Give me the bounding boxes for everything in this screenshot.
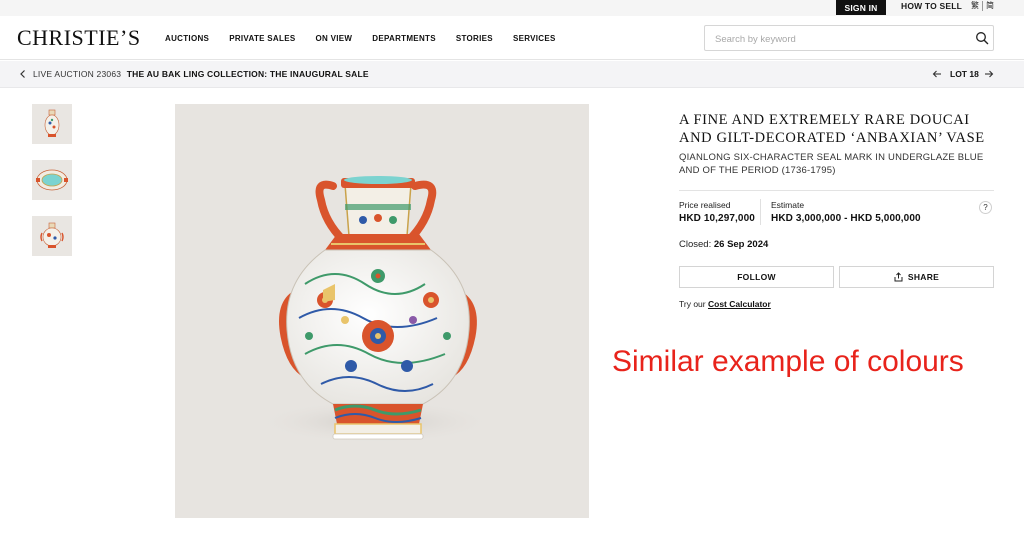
chevron-left-icon[interactable] xyxy=(18,69,28,79)
lang-divider xyxy=(982,1,983,11)
price-divider xyxy=(760,199,761,225)
cost-calculator-prompt: Try our Cost Calculator xyxy=(679,299,771,310)
thumbnail-front-view[interactable] xyxy=(32,104,72,144)
price-realised-value: HKD 10,297,000 xyxy=(679,213,755,224)
breadcrumb: LIVE AUCTION 23063 THE AU BAK LING COLLE… xyxy=(0,61,1024,88)
calc-prefix: Try our xyxy=(679,299,706,309)
cost-calculator-link[interactable]: Cost Calculator xyxy=(708,299,771,309)
estimate-value: HKD 3,000,000 - HKD 5,000,000 xyxy=(771,213,921,224)
nav-on-view[interactable]: ON VIEW xyxy=(315,34,352,43)
share-label: SHARE xyxy=(907,272,940,282)
sign-in-button[interactable]: SIGN IN xyxy=(836,0,886,15)
nav-stories[interactable]: STORIES xyxy=(456,34,493,43)
help-icon[interactable]: ? xyxy=(979,201,992,214)
main-nav: AUCTIONS PRIVATE SALES ON VIEW DEPARTMEN… xyxy=(165,16,576,60)
estimate-label: Estimate xyxy=(771,200,805,210)
nav-private-sales[interactable]: PRIVATE SALES xyxy=(229,34,295,43)
vase-image-icon xyxy=(255,176,495,444)
lot-main-image[interactable] xyxy=(175,104,589,518)
search-icon[interactable] xyxy=(975,31,989,45)
closed-label: Closed: xyxy=(679,239,712,250)
nav-auctions[interactable]: AUCTIONS xyxy=(165,34,209,43)
main-header: CHRISTIE’S AUCTIONS PRIVATE SALES ON VIE… xyxy=(0,16,1024,60)
nav-departments[interactable]: DEPARTMENTS xyxy=(372,34,436,43)
price-realised-label: Price realised xyxy=(679,200,731,210)
lot-number: LOT 18 xyxy=(950,69,979,79)
how-to-sell-link[interactable]: HOW TO SELL xyxy=(901,0,962,12)
vase-thumbnail-icon xyxy=(44,109,60,137)
share-icon xyxy=(894,272,903,282)
thumbnail-top-view[interactable] xyxy=(32,160,72,200)
closed-date-value: 26 Sep 2024 xyxy=(713,239,769,250)
arrow-left-icon[interactable] xyxy=(932,69,942,79)
details-divider xyxy=(679,190,994,191)
search-box xyxy=(704,25,994,51)
lot-subtitle: QIANLONG SIX-CHARACTER SEAL MARK IN UNDE… xyxy=(679,152,984,176)
vase-top-thumbnail-icon xyxy=(36,169,68,191)
lot-title: A FINE AND EXTREMELY RARE DOUCAI AND GIL… xyxy=(679,112,985,146)
follow-button[interactable]: FOLLOW xyxy=(679,266,834,288)
breadcrumb-sale-title[interactable]: THE AU BAK LING COLLECTION: THE INAUGURA… xyxy=(127,69,369,79)
annotation-text: Similar example of colours xyxy=(612,345,964,378)
christies-logo[interactable]: CHRISTIE’S xyxy=(17,25,141,51)
closed-date: Closed: 26 Sep 2024 xyxy=(679,239,768,251)
lang-traditional-link[interactable]: 繁 xyxy=(971,0,979,12)
arrow-right-icon[interactable] xyxy=(984,69,994,79)
thumbnail-side-view[interactable] xyxy=(32,216,72,256)
lang-simplified-link[interactable]: 简 xyxy=(986,0,994,12)
breadcrumb-text[interactable]: LIVE AUCTION 23063 THE AU BAK LING COLLE… xyxy=(33,68,369,80)
search-input[interactable] xyxy=(715,31,965,47)
nav-services[interactable]: SERVICES xyxy=(513,34,556,43)
breadcrumb-live-auction[interactable]: LIVE AUCTION 23063 xyxy=(33,69,121,79)
follow-label: FOLLOW xyxy=(737,272,776,282)
share-button[interactable]: SHARE xyxy=(839,266,994,288)
vase-side-thumbnail-icon xyxy=(40,222,64,248)
